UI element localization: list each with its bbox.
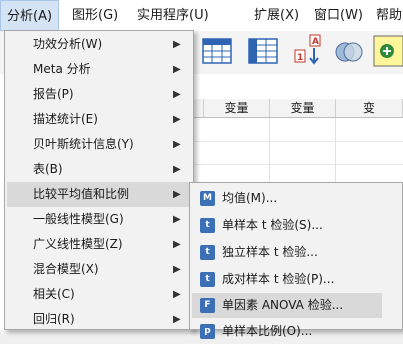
grid-line — [190, 164, 403, 165]
menu-item-meta-analysis[interactable]: Meta 分析 ▶ — [7, 57, 191, 82]
menu-item-tables[interactable]: 表(B) ▶ — [7, 157, 191, 182]
analyze-menu: 功效分析(W) ▶ Meta 分析 ▶ 报告(P) ▶ 描述统计(E) ▶ 贝叶… — [4, 30, 194, 330]
t-test-icon: t — [200, 245, 215, 260]
menu-item-compare-means[interactable]: 比较平均值和比例 ▶ — [7, 182, 191, 207]
chevron-right-icon: ▶ — [173, 264, 181, 275]
chevron-right-icon: ▶ — [173, 39, 181, 50]
means-icon: M — [200, 191, 215, 206]
submenu-item-one-way-anova[interactable]: F 单因素 ANOVA 检验... — [192, 293, 382, 318]
menu-extensions[interactable]: 扩展(X) — [248, 0, 305, 31]
chevron-right-icon: ▶ — [173, 139, 181, 150]
menu-item-label: 功效分析(W) — [33, 37, 103, 51]
menu-item-label: 贝叶斯统计信息(Y) — [33, 137, 134, 151]
chevron-right-icon: ▶ — [173, 89, 181, 100]
menu-item-label: 回归(R) — [33, 312, 75, 326]
menu-item-label: 相关(C) — [33, 287, 75, 301]
f-test-icon: F — [200, 298, 215, 313]
submenu-item-label: 成对样本 t 检验(P)... — [222, 272, 335, 286]
menu-utilities[interactable]: 实用程序(U) — [131, 0, 215, 31]
menu-item-mixed-models[interactable]: 混合模型(X) ▶ — [7, 257, 191, 282]
chevron-right-icon: ▶ — [173, 114, 181, 125]
submenu-item-one-sample-t-test[interactable]: t 单样本 t 检验(S)... — [192, 213, 382, 238]
menu-item-correlate[interactable]: 相关(C) ▶ — [7, 282, 191, 307]
menu-graphs[interactable]: 图形(G) — [66, 0, 124, 31]
submenu-item-one-sample-proportions[interactable]: p 单样本比例(O)... — [192, 319, 382, 344]
submenu-item-means[interactable]: M 均值(M)... — [192, 186, 382, 211]
submenu-item-paired-samples-t-test[interactable]: t 成对样本 t 检验(P)... — [192, 267, 382, 292]
menubar: 分析(A) 图形(G) 实用程序(U) 扩展(X) 窗口(W) 帮助(H) — [0, 0, 403, 32]
submenu-item-label: 独立样本 t 检验... — [222, 245, 318, 259]
submenu-item-label: 单因素 ANOVA 检验... — [222, 298, 344, 312]
submenu-item-independent-samples-t-test[interactable]: t 独立样本 t 检验... — [192, 240, 382, 265]
menu-item-generalized-linear-models[interactable]: 广义线性模型(Z) ▶ — [7, 232, 191, 257]
menu-item-descriptive-statistics[interactable]: 描述统计(E) ▶ — [7, 107, 191, 132]
menu-item-power-analysis[interactable]: 功效分析(W) ▶ — [7, 32, 191, 57]
menu-item-label: Meta 分析 — [33, 62, 91, 76]
compare-means-submenu: M 均值(M)... t 单样本 t 检验(S)... t 独立样本 t 检验.… — [189, 182, 403, 339]
menu-item-bayesian-statistics[interactable]: 贝叶斯统计信息(Y) ▶ — [7, 132, 191, 157]
chevron-right-icon: ▶ — [173, 189, 181, 200]
chevron-right-icon: ▶ — [173, 239, 181, 250]
chevron-right-icon: ▶ — [173, 214, 181, 225]
menu-item-general-linear-model[interactable]: 一般线性模型(G) ▶ — [7, 207, 191, 232]
sort-cases-icon[interactable]: A 1 — [292, 32, 326, 70]
chevron-right-icon: ▶ — [173, 64, 181, 75]
add-icon[interactable] — [372, 32, 403, 70]
column-header[interactable]: 变 — [336, 99, 403, 118]
svg-text:A: A — [312, 37, 319, 47]
t-test-icon: t — [200, 272, 215, 287]
menu-item-reports[interactable]: 报告(P) ▶ — [7, 82, 191, 107]
svg-text:1: 1 — [297, 53, 303, 63]
submenu-item-label: 均值(M)... — [222, 191, 278, 205]
menu-analyze[interactable]: 分析(A) — [0, 0, 60, 31]
menu-item-label: 描述统计(E) — [33, 112, 98, 126]
grid-table-icon[interactable] — [246, 32, 280, 70]
venn-icon[interactable] — [332, 32, 366, 70]
column-header[interactable]: 变量 — [270, 99, 336, 118]
submenu-item-label: 单样本 t 检验(S)... — [222, 218, 323, 232]
grid-table-icon[interactable] — [200, 32, 234, 70]
chevron-right-icon: ▶ — [173, 314, 181, 325]
menu-item-label: 报告(P) — [33, 87, 74, 101]
menu-item-label: 一般线性模型(G) — [33, 212, 124, 226]
t-test-icon: t — [200, 218, 215, 233]
menu-item-label: 混合模型(X) — [33, 262, 99, 276]
chevron-right-icon: ▶ — [173, 289, 181, 300]
menu-item-label: 比较平均值和比例 — [33, 187, 130, 201]
menu-item-label: 广义线性模型(Z) — [33, 237, 123, 251]
menu-item-label: 表(B) — [33, 162, 63, 176]
menu-item-regression[interactable]: 回归(R) ▶ — [7, 307, 191, 332]
proportion-icon: p — [200, 324, 215, 339]
column-header[interactable]: 变量 — [204, 99, 270, 118]
chevron-right-icon: ▶ — [173, 164, 181, 175]
submenu-item-label: 单样本比例(O)... — [222, 324, 313, 338]
menu-help[interactable]: 帮助(H) — [370, 0, 403, 31]
grid-line — [190, 141, 403, 142]
menu-window[interactable]: 窗口(W) — [308, 0, 369, 31]
